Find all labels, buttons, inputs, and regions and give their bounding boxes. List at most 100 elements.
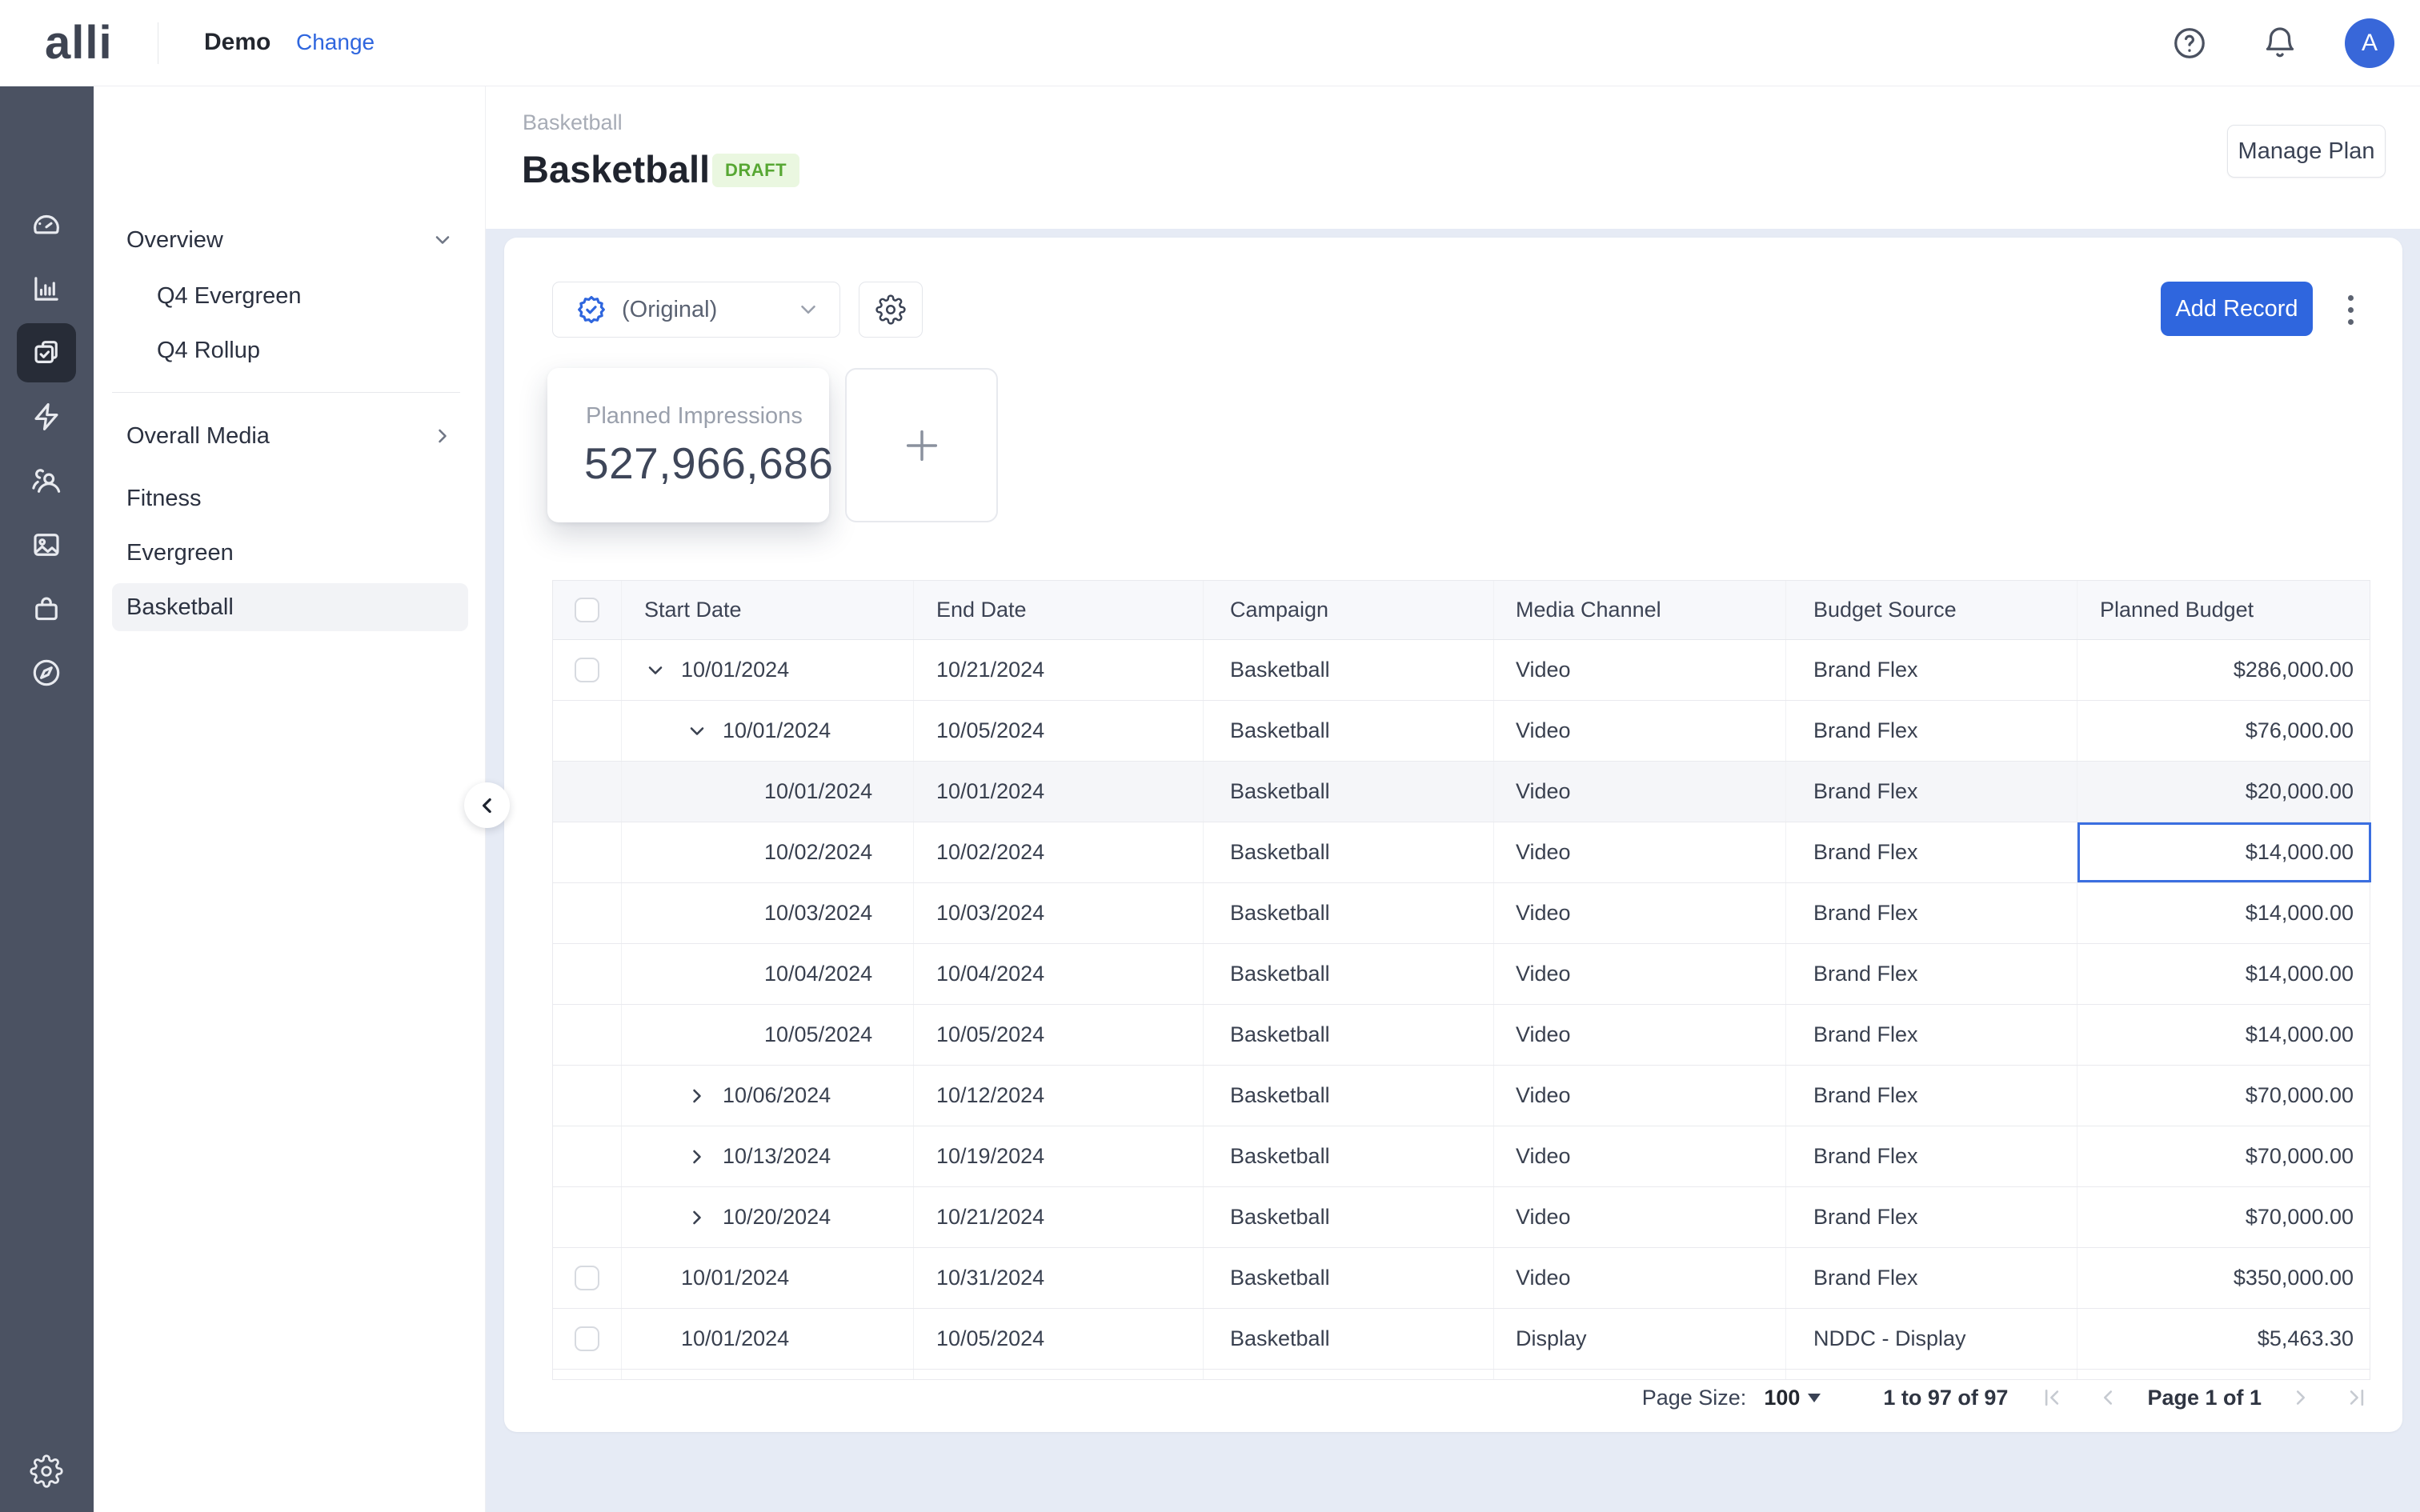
media-plans-clipboard-icon[interactable]: [17, 323, 76, 382]
cell-budget-source[interactable]: Brand Flex: [1786, 1187, 2077, 1247]
cell-campaign[interactable]: Basketball: [1204, 822, 1494, 882]
cell-start-date[interactable]: 10/03/2024: [622, 883, 914, 943]
cell-end-date[interactable]: 10/21/2024: [914, 640, 1204, 700]
cell-media-channel[interactable]: Video: [1494, 822, 1786, 882]
column-header-media-channel[interactable]: Media Channel: [1494, 581, 1786, 639]
cell-start-date[interactable]: 10/01/2024: [622, 1309, 914, 1369]
cell-end-date[interactable]: 10/04/2024: [914, 944, 1204, 1004]
cell-campaign[interactable]: Basketball: [1204, 1005, 1494, 1065]
column-header-budget-source[interactable]: Budget Source: [1786, 581, 2077, 639]
cell-start-date[interactable]: 10/01/2024: [622, 1248, 914, 1308]
collapse-group-icon[interactable]: [644, 658, 681, 682]
cell-campaign[interactable]: Basketball: [1204, 762, 1494, 822]
cell-end-date[interactable]: 10/19/2024: [914, 1126, 1204, 1186]
cell-media-channel[interactable]: Video: [1494, 1066, 1786, 1126]
cell-end-date[interactable]: 10/03/2024: [914, 883, 1204, 943]
cell-budget-source[interactable]: Brand Flex: [1786, 822, 2077, 882]
dashboard-gauge-icon[interactable]: [17, 195, 76, 254]
cell-start-date[interactable]: 10/04/2024: [622, 944, 914, 1004]
cell-start-date[interactable]: 10/13/2024: [622, 1126, 914, 1186]
sidebar-item-overview[interactable]: Overview: [112, 216, 468, 264]
sidebar-item-fitness[interactable]: Fitness: [112, 474, 468, 522]
cell-campaign[interactable]: Basketball: [1204, 1126, 1494, 1186]
planned-impressions-card[interactable]: Planned Impressions 527,966,686: [547, 368, 829, 522]
cell-end-date[interactable]: 10/05/2024: [914, 701, 1204, 761]
cell-end-date[interactable]: 10/12/2024: [914, 1066, 1204, 1126]
cell-campaign[interactable]: Basketball: [1204, 701, 1494, 761]
cell-start-date[interactable]: 10/20/2024: [622, 1187, 914, 1247]
cell-budget-source[interactable]: NDDC - Display: [1786, 1309, 2077, 1369]
notifications-bell-icon[interactable]: [2262, 25, 2298, 62]
cell-budget-source[interactable]: Brand Flex: [1786, 944, 2077, 1004]
audiences-users-icon[interactable]: [17, 451, 76, 510]
cell-planned-budget[interactable]: $14,000.00: [2077, 944, 2371, 1004]
row-checkbox[interactable]: [575, 658, 599, 682]
sidebar-item-q4-rollup[interactable]: Q4 Rollup: [112, 326, 468, 374]
cell-end-date[interactable]: 10/02/2024: [914, 822, 1204, 882]
column-header-planned-budget[interactable]: Planned Budget: [2077, 581, 2371, 639]
cell-planned-budget[interactable]: $5,463.30: [2077, 1309, 2371, 1369]
add-metric-card[interactable]: [845, 368, 998, 522]
cell-end-date[interactable]: 10/31/2024: [914, 1248, 1204, 1308]
column-header-start-date[interactable]: Start Date: [622, 581, 914, 639]
cell-media-channel[interactable]: Display: [1494, 1309, 1786, 1369]
cell-media-channel[interactable]: Video: [1494, 762, 1786, 822]
cell-budget-source[interactable]: Brand Flex: [1786, 1005, 2077, 1065]
page-size-dropdown[interactable]: 100: [1764, 1386, 1821, 1410]
select-all-checkbox[interactable]: [575, 598, 599, 622]
grid-settings-gear-button[interactable]: [859, 282, 923, 338]
creative-image-icon[interactable]: [17, 515, 76, 574]
cell-media-channel[interactable]: Video: [1494, 1248, 1786, 1308]
cell-start-date[interactable]: 10/05/2024: [622, 1005, 914, 1065]
marketplace-bag-icon[interactable]: [17, 579, 76, 638]
sidebar-item-q4-evergreen[interactable]: Q4 Evergreen: [112, 272, 468, 320]
cell-planned-budget[interactable]: $20,000.00: [2077, 762, 2371, 822]
cell-campaign[interactable]: Basketball: [1204, 1187, 1494, 1247]
cell-media-channel[interactable]: Video: [1494, 1187, 1786, 1247]
cell-start-date[interactable]: 10/02/2024: [622, 822, 914, 882]
cell-budget-source[interactable]: Brand Flex: [1786, 883, 2077, 943]
cell-budget-source[interactable]: Brand Flex: [1786, 762, 2077, 822]
cell-media-channel[interactable]: Video: [1494, 883, 1786, 943]
cell-planned-budget[interactable]: $350,000.00: [2077, 1248, 2371, 1308]
first-page-icon[interactable]: [2040, 1386, 2064, 1410]
cell-budget-source[interactable]: Brand Flex: [1786, 701, 2077, 761]
sidebar-item-basketball[interactable]: Basketball: [112, 583, 468, 631]
cell-start-date[interactable]: 10/01/2024: [622, 640, 914, 700]
cell-media-channel[interactable]: Video: [1494, 1005, 1786, 1065]
cell-end-date[interactable]: 10/01/2024: [914, 762, 1204, 822]
activation-zap-icon[interactable]: [17, 387, 76, 446]
cell-start-date[interactable]: 10/06/2024: [622, 1066, 914, 1126]
cell-planned-budget[interactable]: $14,000.00: [2077, 822, 2371, 882]
cell-media-channel[interactable]: Video: [1494, 640, 1786, 700]
cell-planned-budget[interactable]: $70,000.00: [2077, 1126, 2371, 1186]
cell-media-channel[interactable]: Video: [1494, 701, 1786, 761]
cell-budget-source[interactable]: Brand Flex: [1786, 1066, 2077, 1126]
next-page-icon[interactable]: [2289, 1386, 2313, 1410]
cell-campaign[interactable]: Basketball: [1204, 640, 1494, 700]
previous-page-icon[interactable]: [2096, 1386, 2120, 1410]
reports-chart-icon[interactable]: [17, 259, 76, 318]
cell-planned-budget[interactable]: $70,000.00: [2077, 1066, 2371, 1126]
expand-group-icon[interactable]: [686, 1084, 723, 1108]
cell-budget-source[interactable]: Brand Flex: [1786, 1248, 2077, 1308]
last-page-icon[interactable]: [2345, 1386, 2369, 1410]
add-record-button[interactable]: Add Record: [2161, 282, 2313, 336]
cell-campaign[interactable]: Basketball: [1204, 1066, 1494, 1126]
cell-campaign[interactable]: Basketball: [1204, 1309, 1494, 1369]
version-selector[interactable]: (Original): [552, 282, 840, 338]
column-header-campaign[interactable]: Campaign: [1204, 581, 1494, 639]
cell-campaign[interactable]: Basketball: [1204, 944, 1494, 1004]
column-header-end-date[interactable]: End Date: [914, 581, 1204, 639]
explore-compass-icon[interactable]: [17, 643, 76, 702]
cell-planned-budget[interactable]: $286,000.00: [2077, 640, 2371, 700]
cell-campaign[interactable]: Basketball: [1204, 1248, 1494, 1308]
cell-campaign[interactable]: Basketball: [1204, 883, 1494, 943]
sidebar-item-evergreen[interactable]: Evergreen: [112, 529, 468, 577]
user-avatar[interactable]: A: [2345, 18, 2394, 68]
cell-end-date[interactable]: 10/05/2024: [914, 1309, 1204, 1369]
cell-media-channel[interactable]: Video: [1494, 1126, 1786, 1186]
help-icon[interactable]: [2171, 25, 2208, 62]
cell-start-date[interactable]: 10/01/2024: [622, 762, 914, 822]
cell-budget-source[interactable]: Brand Flex: [1786, 1126, 2077, 1186]
